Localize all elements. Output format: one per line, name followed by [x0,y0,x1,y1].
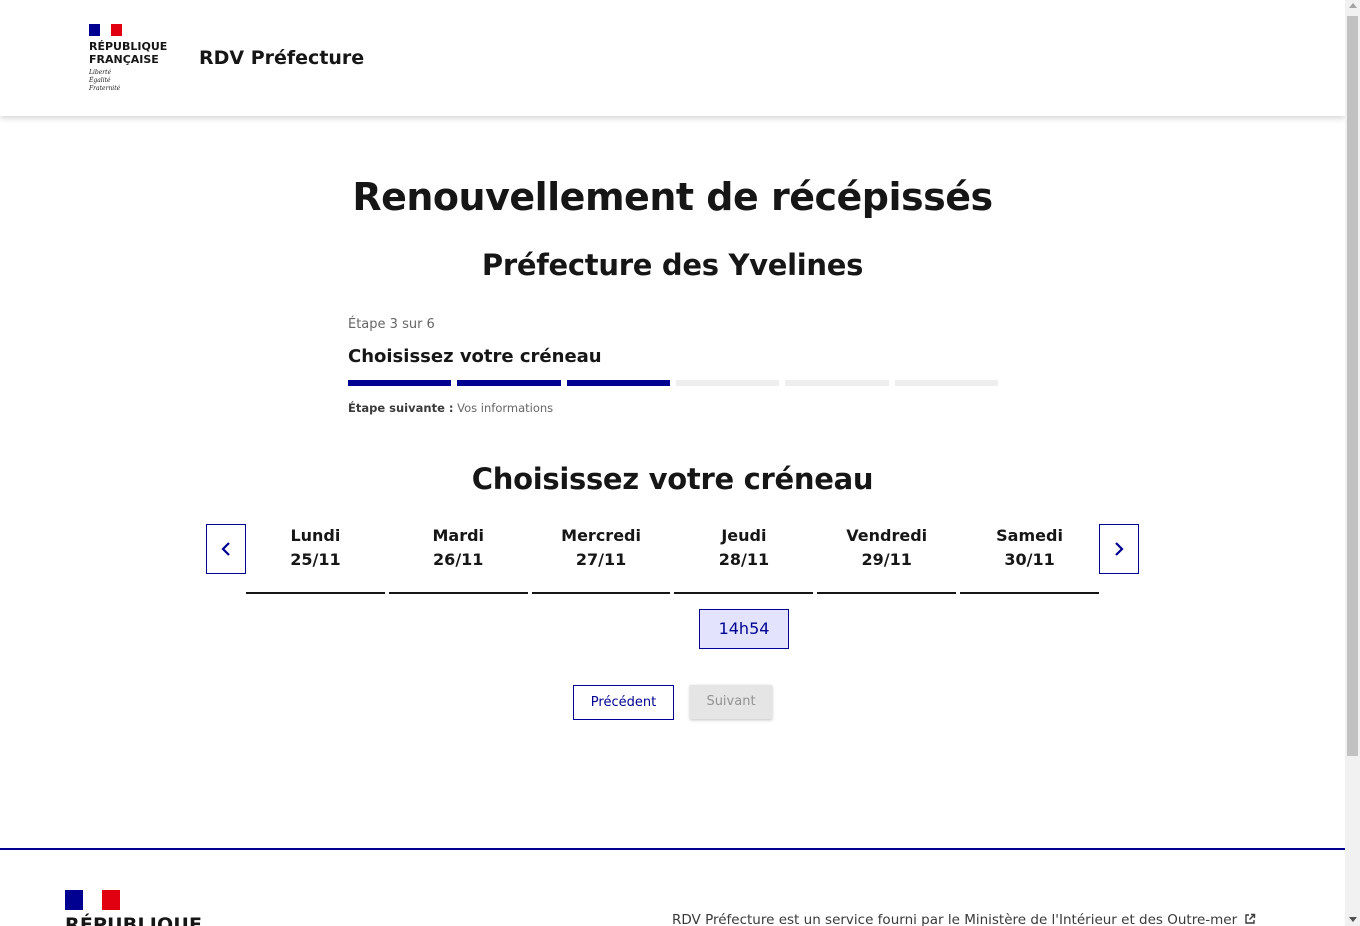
calendar-prev-button[interactable] [206,524,246,574]
calendar-day-name: Vendredi [846,526,928,545]
calendar-day-name: Samedi [996,526,1063,545]
section-title: Choisissez votre créneau [471,462,874,496]
scrollbar-thumb[interactable] [1347,16,1358,756]
stepper-segment-6 [894,380,998,386]
stepper-state: Étape 3 sur 6 [348,317,435,332]
motto-egalite: Égalité [89,77,111,84]
calendar-next-button[interactable] [1099,524,1139,574]
stepper-segment-4 [675,380,780,386]
stepper-segment-2 [457,380,561,386]
calendar-day-column: Lundi 25/11 [246,524,385,594]
footer-description: RDV Préfecture est un service fourni par… [672,910,1256,926]
stepper-segment-5 [785,380,889,386]
calendar-day-column: Vendredi 29/11 [817,524,957,594]
marianne-flag-icon [89,24,122,36]
page: RÉPUBLIQUE FRANÇAISE Liberté Égalité Fra… [0,0,1345,926]
motto-fraternite: Fraternité [89,85,121,92]
stepper-progress-bar [348,380,998,386]
calendar-day-date: 27/11 [575,550,627,569]
motto-liberte: Liberté [89,69,112,76]
footer-logo[interactable]: RÉPUBLIQUE [65,890,202,926]
footer-marianne-flag-icon [65,890,120,910]
calendar-day-date: 26/11 [433,550,484,569]
prefecture-name: Préfecture des Yvelines [481,248,864,282]
scroll-down-arrow-icon[interactable] [1349,917,1357,922]
calendar-day-column: Mardi 26/11 [388,524,528,594]
calendar-day-date: 25/11 [290,550,341,569]
chevron-left-icon [221,542,230,556]
calendar-day-name: Mercredi [561,526,641,545]
vertical-scrollbar[interactable] [1345,0,1360,926]
stepper-title: Choisissez votre créneau [348,346,602,367]
calendar-day-column: Mercredi 27/11 [531,524,671,594]
chevron-right-icon [1115,542,1124,556]
page-title: Renouvellement de récépissés [352,175,993,219]
logo-text-line2: FRANÇAISE [89,53,159,66]
stepper-next-label: Étape suivante : [348,401,454,415]
time-slot-button[interactable]: 14h54 [699,609,789,649]
calendar-day-name: Jeudi [721,526,767,545]
footer-description-text[interactable]: RDV Préfecture est un service fourni par… [672,912,1237,926]
calendar-day-name: Mardi [432,526,485,545]
republique-francaise-logo[interactable]: RÉPUBLIQUE FRANÇAISE Liberté Égalité Fra… [89,24,167,93]
calendar-day-column: Samedi 30/11 [960,524,1099,594]
calendar-days: Lundi 25/11 Mardi 26/11 Mercredi 27/11 Jeudi 28… [246,524,1099,594]
calendar-day-date: 29/11 [861,550,912,569]
calendar-day-name: Lundi [290,526,341,545]
scroll-up-arrow-icon[interactable] [1349,3,1357,8]
service-title[interactable]: RDV Préfecture [199,44,364,72]
stepper-segment-3 [566,380,670,386]
site-footer: RÉPUBLIQUE RDV Préfecture est un service… [0,848,1345,926]
previous-button[interactable]: Précédent [573,685,674,720]
external-link-icon [1245,913,1256,924]
calendar-day-date: 30/11 [1004,550,1055,569]
stepper-next-step: Étape suivante : Vos informations [348,398,998,418]
republic-motto: Liberté Égalité Fraternité [89,69,167,93]
calendar-day-date: 28/11 [718,550,770,569]
stepper: Étape 3 sur 6 Choisissez votre créneau É… [348,314,998,418]
calendar-day-column: Jeudi 28/11 [674,524,814,594]
stepper-segment-1 [348,380,452,386]
next-button: Suivant [690,685,772,719]
logo-text-line1: RÉPUBLIQUE [89,40,168,53]
footer-logo-text: RÉPUBLIQUE [65,914,203,926]
site-header: RÉPUBLIQUE FRANÇAISE Liberté Égalité Fra… [0,0,1345,116]
stepper-next-value: Vos informations [457,401,554,415]
